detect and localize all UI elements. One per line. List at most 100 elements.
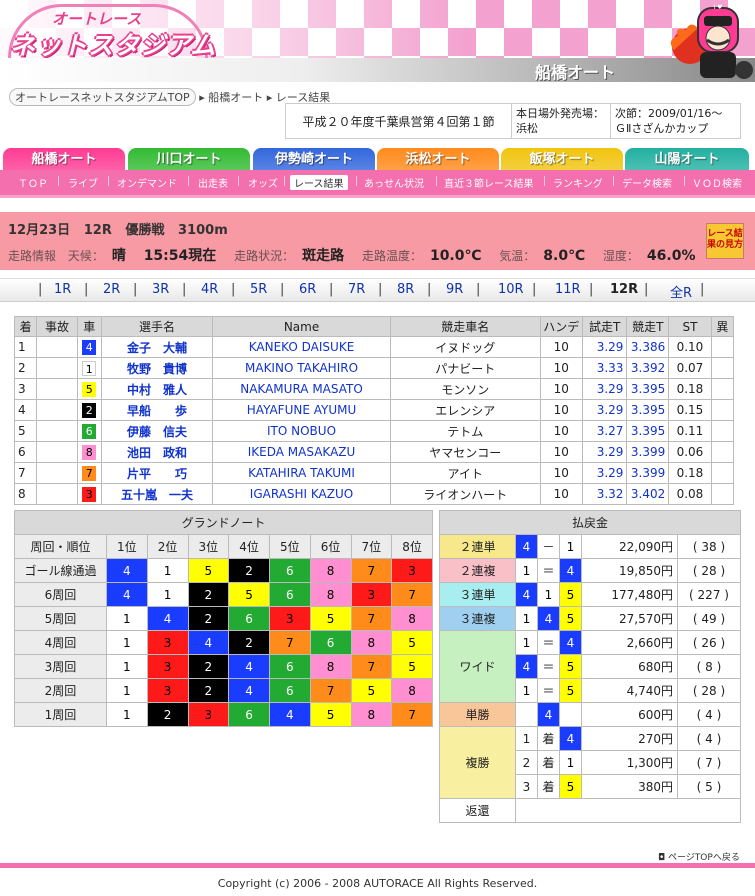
tab-sanyo[interactable]: 山陽オート (625, 148, 749, 171)
breadcrumb-track-link[interactable]: 船橋オート (208, 91, 263, 104)
accident-cell (36, 483, 78, 505)
race-link-4[interactable]: 4R (201, 282, 218, 297)
tab-isesaki[interactable]: 伊勢崎オート (253, 148, 375, 171)
place-position: 3 (515, 774, 538, 799)
result-guide-button[interactable]: レース結果の見方 (706, 223, 744, 259)
payout-car-cell: 1 (515, 630, 538, 655)
rider-name-link[interactable]: 片平 巧 (100, 462, 214, 484)
payout-car-cell: 1 (515, 678, 538, 703)
payout-amount: 380円 (581, 774, 678, 799)
subnav-recent-results[interactable]: 直近３節レース結果 (444, 175, 534, 190)
handicap: 10 (539, 399, 583, 421)
payout-car-cell: 5 (559, 654, 582, 679)
rider-name-link[interactable]: 牧野 貴博 (100, 357, 214, 379)
rider-name-link[interactable]: 伊藤 信夫 (100, 420, 214, 442)
lap-car-cell: 1 (106, 678, 148, 703)
subnav-odds[interactable]: オッズ (248, 175, 278, 190)
lap-car-cell: 1 (106, 654, 148, 679)
payout-popularity: ( 5 ) (677, 774, 741, 799)
tab-hamamatsu[interactable]: 浜松オート (377, 148, 499, 171)
breadcrumb-separator: ▸ (199, 91, 209, 104)
tab-kawaguchi[interactable]: 川口オート (128, 148, 250, 171)
race-nav-divider: | (700, 282, 705, 297)
air-temp-value: 8.0℃ (543, 248, 586, 264)
race-grade: 優勝戦 (125, 223, 165, 238)
position-header: 3位 (187, 534, 230, 559)
next-meet-name: ＧⅡさざんかカップ (615, 122, 709, 135)
today-venue-label: 本日場外発売場： (516, 107, 604, 120)
subnav-data-search[interactable]: データ検索 (622, 175, 672, 190)
race-link-9[interactable]: 9R (446, 282, 463, 297)
tab-iizuka[interactable]: 飯塚オート (501, 148, 623, 171)
payout-car-cell: 1 (515, 606, 538, 631)
subnav-separator (436, 176, 437, 186)
lap-label: ゴール線通過 (14, 558, 107, 583)
subnav-ranking[interactable]: ランキング (553, 175, 603, 190)
accident-cell (36, 336, 78, 358)
race-nav-divider: | (38, 282, 43, 297)
rider-name-link[interactable]: 早船 歩 (100, 399, 214, 421)
subnav-top[interactable]: ＴＯＰ (18, 175, 48, 190)
lap-label: 6周回 (14, 582, 107, 607)
rider-name-link[interactable]: 池田 政和 (100, 441, 214, 463)
race-link-3[interactable]: 3R (152, 282, 169, 297)
race-link-8[interactable]: 8R (397, 282, 414, 297)
lap-row: 5周回 1 4 2 6 3 5 7 8 (14, 606, 433, 631)
rider-name-en: KANEKO DAISUKE (212, 336, 391, 358)
race-time: 3.386 (626, 336, 670, 358)
rider-name-link[interactable]: 中村 雅人 (100, 378, 214, 400)
lap-car-cell: 8 (309, 558, 352, 583)
payout-row-exacta: ２連単 4 － 1 22,090円( 38 ) (439, 534, 741, 559)
subnav-ondemand[interactable]: オンデマンド (117, 175, 177, 190)
lap-car-cell: 2 (228, 630, 270, 655)
place-position: 1 (515, 726, 538, 751)
subnav-separator (58, 176, 59, 186)
breadcrumb-home-link[interactable]: オートレースネットスタジアムTOP (9, 88, 196, 106)
payout-amount: 1,300円 (581, 750, 678, 775)
lap-car-cell: 2 (187, 654, 230, 679)
meet-title: 平成２０年度千葉県営第４回第１節 (285, 103, 511, 139)
payout-popularity: ( 7 ) (677, 750, 741, 775)
lap-car-cell: 8 (391, 678, 433, 703)
payout-popularity: ( 28 ) (677, 678, 741, 703)
race-link-12[interactable]: 12R (610, 282, 638, 297)
race-link-5[interactable]: 5R (250, 282, 267, 297)
subnav-assignment[interactable]: あっせん状況 (364, 175, 424, 190)
lap-car-cell: 7 (269, 630, 311, 655)
race-number-nav: | 1R | 2R | 3R | 4R | 5R | 6R | 7R | 8R | 9R | 10R | 11R | 12R |… (0, 278, 755, 302)
rider-name-link[interactable]: 金子 大輔 (100, 336, 214, 358)
place-chaku: 着 (537, 726, 560, 751)
accident-cell (36, 399, 78, 421)
payout-car-cell: 4 (515, 534, 538, 559)
rider-name-link[interactable]: 五十嵐 一夫 (100, 483, 214, 505)
tab-funabashi[interactable]: 船橋オート (3, 148, 125, 171)
subnav-entries[interactable]: 出走表 (198, 175, 228, 190)
subnav-live[interactable]: ライブ (68, 175, 98, 190)
race-link-all[interactable]: 全R (670, 282, 692, 301)
lap-car-cell: 4 (187, 630, 230, 655)
race-link-2[interactable]: 2R (103, 282, 120, 297)
race-link-6[interactable]: 6R (299, 282, 316, 297)
lap-car-cell: 2 (146, 702, 189, 727)
payout-table: 払戻金 ２連単 4 － 1 22,090円( 38 ) ２連複 1 ＝ 4 19,850円( 28… (439, 510, 741, 823)
race-link-1[interactable]: 1R (54, 282, 71, 297)
payout-separator: ＝ (537, 678, 560, 703)
race-link-7[interactable]: 7R (348, 282, 365, 297)
race-time: 3.395 (626, 378, 670, 400)
lap-position-header: 周回・順位 (14, 534, 107, 559)
race-link-11[interactable]: 11R (555, 282, 581, 297)
subnav-results[interactable]: レース結果 (290, 175, 348, 190)
payout-car-cell: 4 (515, 582, 538, 607)
site-logo[interactable]: ネットスタジアム (10, 26, 216, 62)
position-header: 1位 (106, 534, 148, 559)
race-link-10[interactable]: 10R (498, 282, 524, 297)
car-number-badge: 4 (82, 339, 97, 355)
subnav-vod-search[interactable]: ＶＯＤ検索 (692, 175, 742, 190)
position-header: 5位 (269, 534, 311, 559)
page-top-link[interactable]: ◘ ページTOPへ戻る (658, 850, 740, 863)
col-rank: 着 (13, 316, 38, 337)
race-summary: 12月23日 12R 優勝戦 3100m (8, 219, 228, 238)
lap-row: 1周回 1 2 3 6 4 5 8 7 (14, 702, 433, 727)
payout-row-trifecta: ３連単 4 1 5 177,480円( 227 ) (439, 582, 741, 607)
accident-cell (36, 378, 78, 400)
